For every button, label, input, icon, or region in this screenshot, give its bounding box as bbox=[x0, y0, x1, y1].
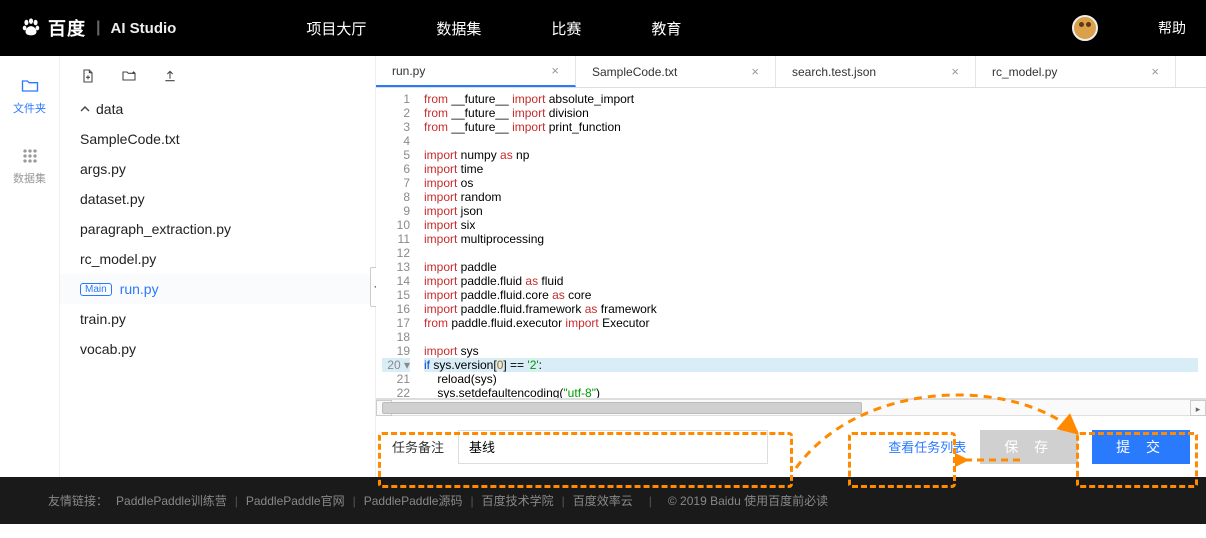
close-icon[interactable]: × bbox=[551, 63, 559, 78]
footer: 友情链接： PaddlePaddle训练营|PaddlePaddle官网|Pad… bbox=[0, 477, 1206, 524]
horizontal-scrollbar[interactable]: ◂ ▸ bbox=[376, 399, 1206, 415]
editor-tab[interactable]: rc_model.py × bbox=[976, 56, 1176, 87]
tree-file-main[interactable]: Mainrun.py bbox=[60, 274, 375, 304]
code-content: from __future__ import absolute_importfr… bbox=[416, 88, 1206, 398]
scroll-thumb[interactable] bbox=[382, 402, 862, 414]
editor-tabs: run.py×SampleCode.txt×search.test.json×r… bbox=[376, 56, 1206, 88]
top-nav: 项目大厅 数据集 比赛 教育 bbox=[306, 18, 681, 39]
tree-file[interactable]: SampleCode.txt bbox=[60, 124, 375, 154]
footer-prefix: 友情链接： bbox=[48, 492, 108, 509]
nav-competitions[interactable]: 比赛 bbox=[551, 18, 581, 39]
logo-divider: | bbox=[96, 19, 100, 37]
tree-folder-data[interactable]: data bbox=[60, 94, 375, 124]
footer-link[interactable]: PaddlePaddle源码 bbox=[364, 494, 463, 508]
left-rail: 文件夹 数据集 bbox=[0, 56, 60, 477]
sidebar-item-label: 文件夹 bbox=[13, 100, 46, 116]
logo-text: 百度 bbox=[48, 15, 86, 41]
file-tree-panel: data SampleCode.txtargs.pydataset.pypara… bbox=[60, 56, 376, 477]
new-folder-icon[interactable] bbox=[121, 68, 137, 84]
logo-suffix: AI Studio bbox=[110, 20, 176, 37]
sidebar-item-files[interactable]: 文件夹 bbox=[13, 76, 46, 116]
nav-education[interactable]: 教育 bbox=[651, 18, 681, 39]
tab-label: search.test.json bbox=[792, 65, 876, 79]
footer-link[interactable]: PaddlePaddle官网 bbox=[246, 494, 345, 508]
new-file-icon[interactable] bbox=[80, 68, 96, 84]
tree-folder-label: data bbox=[96, 101, 123, 117]
save-button[interactable]: 保 存 bbox=[980, 430, 1078, 464]
workspace: 文件夹 数据集 data SampleCode.txtargs.pydatase… bbox=[0, 56, 1206, 477]
nav-datasets[interactable]: 数据集 bbox=[436, 18, 481, 39]
close-icon[interactable]: × bbox=[751, 64, 759, 79]
editor-tab[interactable]: run.py × bbox=[376, 56, 576, 87]
upload-icon[interactable] bbox=[162, 68, 178, 84]
paw-icon bbox=[20, 17, 42, 39]
help-link[interactable]: 帮助 bbox=[1158, 18, 1186, 38]
footer-link[interactable]: 百度技术学院 bbox=[482, 494, 554, 508]
submit-button[interactable]: 提 交 bbox=[1092, 430, 1190, 464]
top-header: 百度 | AI Studio 项目大厅 数据集 比赛 教育 帮助 bbox=[0, 0, 1206, 56]
main-badge: Main bbox=[80, 283, 112, 296]
footer-copyright: © 2019 Baidu 使用百度前必读 bbox=[668, 492, 828, 509]
line-gutter: 1234567891011121314151617181920 ▾2122232… bbox=[376, 88, 416, 398]
footer-link[interactable]: PaddlePaddle训练营 bbox=[116, 494, 227, 508]
avatar[interactable] bbox=[1072, 15, 1098, 41]
close-icon[interactable]: × bbox=[951, 64, 959, 79]
close-icon[interactable]: × bbox=[1151, 64, 1159, 79]
tasklist-link[interactable]: 查看任务列表 bbox=[888, 437, 966, 456]
tree-file[interactable]: train.py bbox=[60, 304, 375, 334]
task-bar: 任务备注 查看任务列表 保 存 提 交 bbox=[376, 415, 1206, 477]
caret-up-icon bbox=[80, 104, 90, 114]
tab-label: rc_model.py bbox=[992, 65, 1057, 79]
tree-file[interactable]: args.py bbox=[60, 154, 375, 184]
note-input[interactable] bbox=[458, 430, 768, 464]
tree-file[interactable]: paragraph_extraction.py bbox=[60, 214, 375, 244]
logo[interactable]: 百度 | AI Studio bbox=[20, 15, 176, 41]
editor-panel: ◂ run.py×SampleCode.txt×search.test.json… bbox=[376, 56, 1206, 477]
tree-file[interactable]: rc_model.py bbox=[60, 244, 375, 274]
editor-tab[interactable]: search.test.json × bbox=[776, 56, 976, 87]
footer-link[interactable]: 百度效率云 bbox=[573, 494, 633, 508]
sidebar-item-label: 数据集 bbox=[13, 170, 46, 186]
code-editor[interactable]: 1234567891011121314151617181920 ▾2122232… bbox=[376, 88, 1206, 399]
tab-label: SampleCode.txt bbox=[592, 65, 677, 79]
tab-label: run.py bbox=[392, 64, 425, 78]
tree-toolbar bbox=[60, 56, 375, 90]
tree-file[interactable]: vocab.py bbox=[60, 334, 375, 364]
folder-icon bbox=[19, 76, 41, 96]
scroll-right-button[interactable]: ▸ bbox=[1190, 400, 1206, 416]
nav-projects[interactable]: 项目大厅 bbox=[306, 18, 366, 39]
tree-file[interactable]: dataset.py bbox=[60, 184, 375, 214]
file-tree: data SampleCode.txtargs.pydataset.pypara… bbox=[60, 90, 375, 368]
editor-tab[interactable]: SampleCode.txt × bbox=[576, 56, 776, 87]
sidebar-item-datasets[interactable]: 数据集 bbox=[13, 146, 46, 186]
grid-icon bbox=[19, 146, 41, 166]
note-label: 任务备注 bbox=[392, 437, 444, 456]
